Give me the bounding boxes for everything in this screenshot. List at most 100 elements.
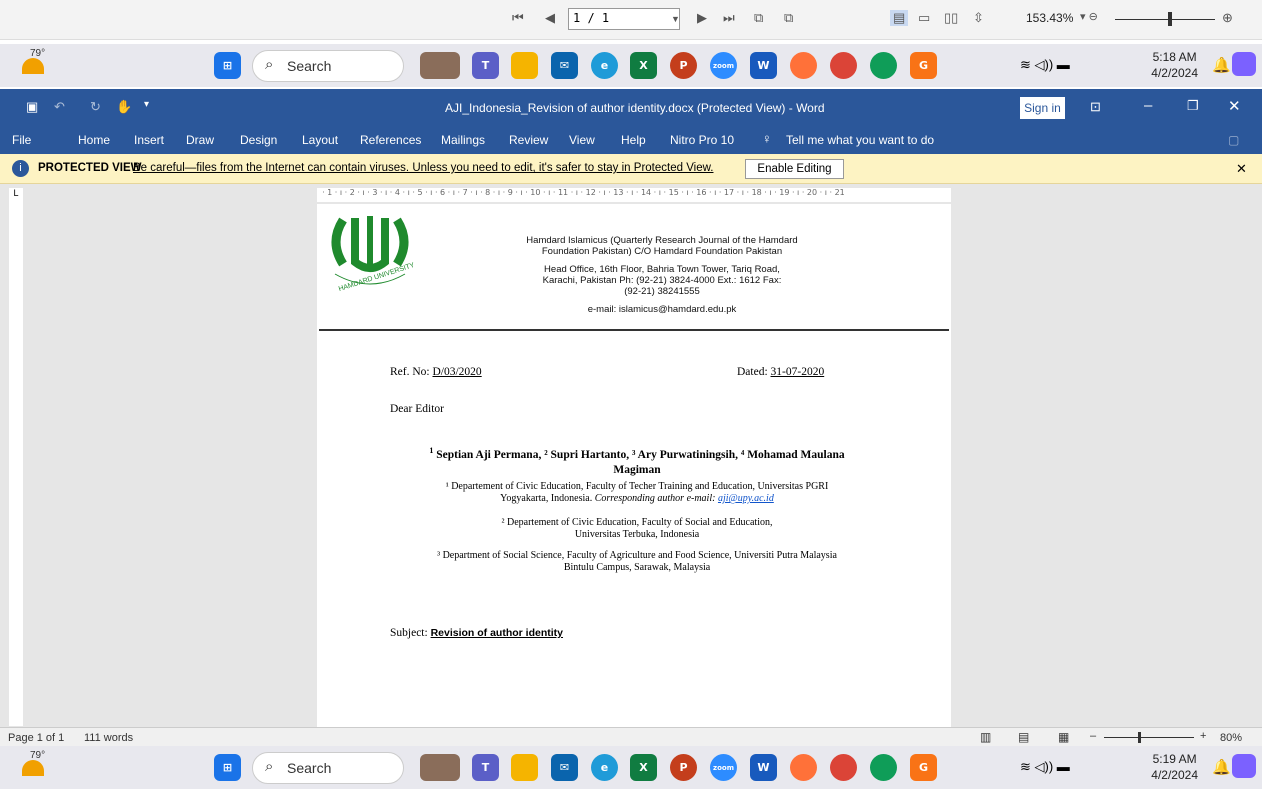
tab-design[interactable]: Design xyxy=(240,133,277,147)
mail-icon[interactable]: ✉ xyxy=(551,754,578,781)
last-page-icon[interactable]: ⏭ xyxy=(723,10,735,26)
tab-home[interactable]: Home xyxy=(78,133,110,147)
taskbar-clock[interactable]: 5:19 AM 4/2/2024 xyxy=(1151,751,1198,783)
zoom-in-icon[interactable]: ⊕ xyxy=(1222,10,1233,26)
tab-help[interactable]: Help xyxy=(621,133,646,147)
edge-icon[interactable]: e xyxy=(591,52,618,79)
start-icon[interactable]: ⊞ xyxy=(214,52,241,79)
author-email-link[interactable]: aji@upy.ac.id xyxy=(718,493,774,504)
notification-icon[interactable]: 🔔 xyxy=(1212,56,1231,74)
restore-icon[interactable]: ❐ xyxy=(1187,98,1199,114)
next-page-icon[interactable]: ▶ xyxy=(697,10,707,26)
tab-stop-icon[interactable]: L xyxy=(9,188,23,200)
zoom-app-icon[interactable]: zoom xyxy=(710,754,737,781)
page-count[interactable]: Page 1 of 1 xyxy=(8,732,64,744)
tab-layout[interactable]: Layout xyxy=(302,133,338,147)
weather-icon[interactable] xyxy=(22,58,44,74)
tab-mailings[interactable]: Mailings xyxy=(441,133,485,147)
word-icon[interactable]: W xyxy=(750,52,777,79)
rotate-alt-icon[interactable]: ⧉ xyxy=(784,10,793,26)
read-mode-icon[interactable]: ▥ xyxy=(980,730,991,744)
scroll-icon[interactable]: ⇳ xyxy=(973,10,984,26)
teams-icon[interactable]: T xyxy=(472,754,499,781)
copilot-icon[interactable] xyxy=(1232,754,1256,778)
undo-icon[interactable]: ↶ xyxy=(54,99,65,115)
zoom-value[interactable]: 153.43% xyxy=(1026,11,1073,25)
taskbar-search[interactable]: ⌕ Search xyxy=(252,752,404,784)
sign-in-button[interactable]: Sign in xyxy=(1020,97,1065,119)
web-layout-icon[interactable]: ▦ xyxy=(1058,730,1069,744)
close-bar-icon[interactable]: ✕ xyxy=(1236,161,1247,177)
protected-message[interactable]: Be careful—files from the Internet can c… xyxy=(133,162,713,174)
status-zoom-thumb[interactable] xyxy=(1138,732,1141,743)
vertical-ruler[interactable] xyxy=(9,200,23,726)
chrome-icon[interactable] xyxy=(830,52,857,79)
page-dropdown-icon[interactable]: ▼ xyxy=(671,14,680,24)
firefox-icon[interactable] xyxy=(790,754,817,781)
tab-view[interactable]: View xyxy=(569,133,595,147)
zoom-slider-thumb[interactable] xyxy=(1168,12,1172,26)
edge-icon[interactable]: e xyxy=(591,754,618,781)
rotate-icon[interactable]: ⧉ xyxy=(754,10,763,26)
powerpoint-icon[interactable]: P xyxy=(670,754,697,781)
prev-page-icon[interactable]: ◀ xyxy=(545,10,555,26)
wifi-icon[interactable]: ≋ ◁)) ▬ xyxy=(1020,57,1070,73)
powerpoint-icon[interactable]: P xyxy=(670,52,697,79)
tab-references[interactable]: References xyxy=(360,133,421,147)
touch-mode-icon[interactable]: ✋ xyxy=(116,99,132,115)
firefox-icon[interactable] xyxy=(790,52,817,79)
redo-icon[interactable]: ↻ xyxy=(90,99,101,115)
tab-review[interactable]: Review xyxy=(509,133,548,147)
comments-icon[interactable]: ▢ xyxy=(1228,133,1239,147)
status-zoom-level[interactable]: 80% xyxy=(1220,732,1242,744)
teams-icon[interactable]: T xyxy=(472,52,499,79)
ribbon-display-icon[interactable]: ⊡ xyxy=(1090,99,1101,115)
app-g-icon[interactable]: G xyxy=(910,754,937,781)
file-explorer-icon[interactable] xyxy=(511,754,538,781)
chrome-profile-icon[interactable] xyxy=(870,754,897,781)
print-layout-icon[interactable]: ▤ xyxy=(1018,730,1029,744)
tab-insert[interactable]: Insert xyxy=(134,133,164,147)
file-explorer-icon[interactable] xyxy=(511,52,538,79)
tab-file[interactable]: File xyxy=(12,133,31,147)
document-page[interactable]: HAMDARD UNIVERSITY Hamdard Islamicus (Qu… xyxy=(317,204,951,727)
continuous-icon[interactable]: ▭ xyxy=(918,10,930,26)
zoom-plus-icon[interactable]: + xyxy=(1200,730,1206,742)
excel-icon[interactable]: X xyxy=(630,754,657,781)
close-icon[interactable]: ✕ xyxy=(1228,97,1241,115)
tab-draw[interactable]: Draw xyxy=(186,133,214,147)
chrome-profile-icon[interactable] xyxy=(870,52,897,79)
app-g-icon[interactable]: G xyxy=(910,52,937,79)
news-icon[interactable] xyxy=(420,52,460,79)
zoom-app-icon[interactable]: zoom xyxy=(710,52,737,79)
notification-icon[interactable]: 🔔 xyxy=(1212,758,1231,776)
word-icon[interactable]: W xyxy=(750,754,777,781)
word-count[interactable]: 111 words xyxy=(84,732,133,744)
horizontal-ruler[interactable]: · 1 · ı · 2 · ı · 3 · ı · 4 · ı · 5 · ı … xyxy=(317,188,951,202)
tab-nitro[interactable]: Nitro Pro 10 xyxy=(670,133,734,147)
minimize-icon[interactable]: – xyxy=(1144,97,1152,114)
first-page-icon[interactable]: ⏮ xyxy=(512,10,524,26)
zoom-slider[interactable] xyxy=(1115,19,1215,20)
start-icon[interactable]: ⊞ xyxy=(214,754,241,781)
weather-icon[interactable] xyxy=(22,760,44,776)
mail-icon[interactable]: ✉ xyxy=(551,52,578,79)
enable-editing-button[interactable]: Enable Editing xyxy=(745,159,844,179)
single-page-icon[interactable]: ▤ xyxy=(890,10,909,26)
taskbar-clock[interactable]: 5:18 AM 4/2/2024 xyxy=(1151,49,1198,81)
wifi-icon[interactable]: ≋ ◁)) ▬ xyxy=(1020,759,1070,775)
save-icon[interactable]: ▣ xyxy=(26,99,38,115)
two-page-icon[interactable]: ▯▯ xyxy=(944,10,958,26)
zoom-out-icon[interactable]: – xyxy=(1090,730,1096,742)
excel-icon[interactable]: X xyxy=(630,52,657,79)
page-number-input[interactable]: 1 / 1 xyxy=(568,8,680,30)
zoom-dropdown-icon[interactable]: ▾ ⊖ xyxy=(1080,10,1098,23)
news-icon[interactable] xyxy=(420,754,460,781)
copilot-icon[interactable] xyxy=(1232,52,1256,76)
chrome-icon[interactable] xyxy=(830,754,857,781)
taskbar-search[interactable]: ⌕ Search xyxy=(252,50,404,82)
status-zoom-slider[interactable] xyxy=(1104,737,1194,738)
protected-label: PROTECTED VIEW xyxy=(38,162,142,174)
tell-me-search[interactable]: Tell me what you want to do xyxy=(786,133,934,147)
customize-qat-icon[interactable]: ▾ xyxy=(144,99,149,110)
